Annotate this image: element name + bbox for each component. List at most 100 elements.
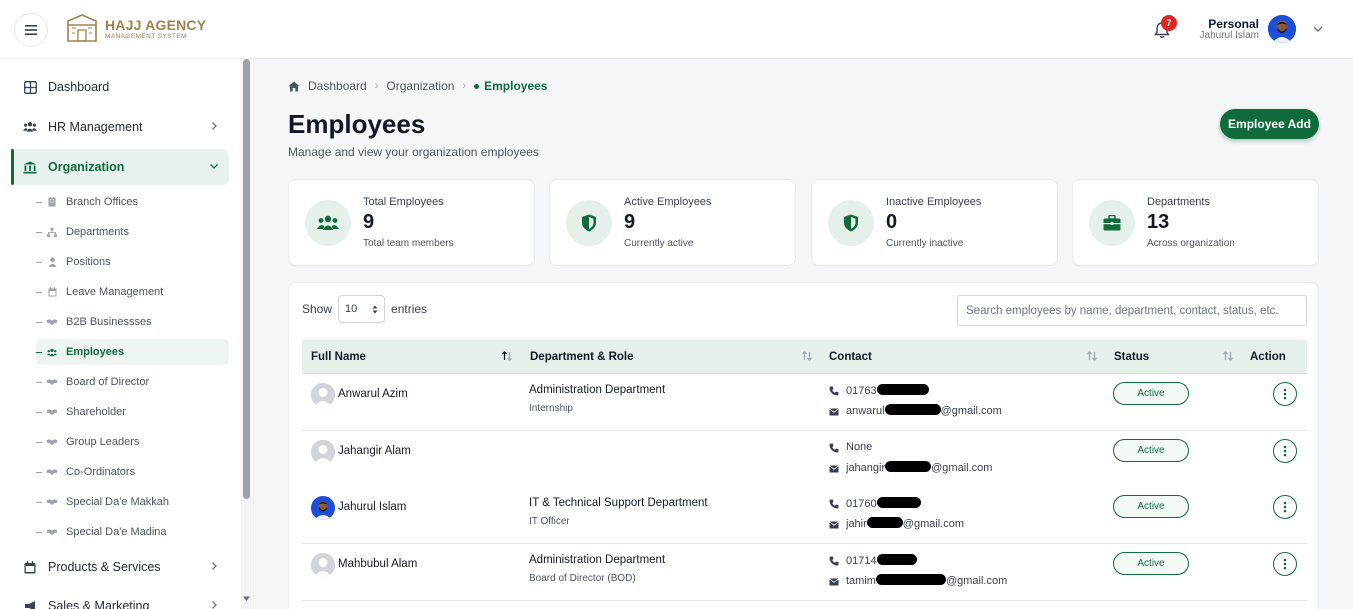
column-header-department-role[interactable]: Department & Role — [530, 340, 634, 374]
sidebar-subitem-departments[interactable]: Departments — [36, 219, 229, 245]
column-header-contact[interactable]: Contact — [829, 340, 872, 374]
sidebar-scrollbar-thumb[interactable] — [243, 59, 250, 499]
mail-icon — [829, 408, 839, 416]
sidebar-subitem-b2b-businesses[interactable]: B2B Businessses — [36, 309, 229, 335]
avatar — [311, 383, 335, 407]
employee-email: jahir @gmail.com — [846, 517, 964, 530]
main-content: Dashboard › Organization › Employees Emp… — [254, 59, 1353, 609]
row-actions-button[interactable] — [1273, 552, 1297, 576]
sort-icon[interactable] — [1222, 350, 1234, 362]
mail-icon — [829, 578, 839, 586]
more-vertical-icon — [1283, 445, 1287, 457]
stat-card-departments: Departments 13 Across organization — [1072, 179, 1319, 266]
sidebar-item-dashboard[interactable]: Dashboard — [12, 69, 229, 105]
employee-role: Internship — [529, 403, 573, 414]
sidebar-subitem-employees[interactable]: Employees — [36, 339, 229, 365]
redaction-bar — [876, 554, 917, 565]
sidebar-subitem-leave-management[interactable]: Leave Management — [36, 279, 229, 305]
chevron-right-icon: › — [374, 80, 379, 92]
users-icon — [305, 200, 351, 246]
breadcrumb-dashboard[interactable]: Dashboard — [308, 79, 367, 93]
show-label: Show — [302, 302, 333, 316]
entries-label: entries — [391, 302, 428, 316]
redaction-bar — [884, 404, 941, 415]
stat-value: 9 — [624, 211, 636, 233]
sidebar-item-label: Organization — [48, 160, 125, 174]
sidebar-subitem-positions[interactable]: Positions — [36, 249, 229, 275]
hamburger-icon — [25, 25, 37, 35]
employee-department: Administration Department — [529, 554, 666, 566]
avatar — [311, 553, 335, 577]
column-header-status[interactable]: Status — [1114, 340, 1149, 374]
menu-toggle-button[interactable] — [14, 13, 48, 47]
sidebar-item-hr-management[interactable]: HR Management — [12, 109, 229, 145]
home-icon[interactable] — [288, 81, 300, 92]
employee-name: Anwarul Azim — [338, 388, 408, 400]
shield-icon — [566, 200, 612, 246]
more-vertical-icon — [1283, 558, 1287, 570]
sidebar-subitem-label: Special Da'e Makkah — [66, 496, 169, 508]
employee-phone: 01763 — [846, 384, 929, 397]
row-actions-button[interactable] — [1273, 495, 1297, 519]
breadcrumb-organization[interactable]: Organization — [386, 79, 454, 93]
chevron-down-icon[interactable] — [1311, 22, 1325, 36]
brand-logo[interactable]: HAJJ AGENCY MANAGEMENT SYSTEM — [65, 13, 206, 45]
redaction-bar — [876, 497, 921, 508]
table-row: Mahbubul Alam Administration Department … — [302, 544, 1307, 601]
stat-label: Total Employees — [363, 196, 444, 208]
sidebar-item-organization[interactable]: Organization — [11, 149, 229, 185]
sidebar-subitem-label: Group Leaders — [66, 436, 140, 448]
sidebar-subitem-board-of-director[interactable]: Board of Director — [36, 369, 229, 395]
row-actions-button[interactable] — [1273, 382, 1297, 406]
row-actions-button[interactable] — [1273, 439, 1297, 463]
sidebar-subitem-shareholder[interactable]: Shareholder — [36, 399, 229, 425]
scroll-down-arrow-icon[interactable] — [242, 594, 251, 603]
user-info[interactable]: Personal Jahurul Islam — [1200, 18, 1259, 41]
search-input[interactable] — [957, 295, 1307, 326]
sidebar-subitem-group-leaders[interactable]: Group Leaders — [36, 429, 229, 455]
stat-card-inactive: Inactive Employees 0 Currently inactive — [811, 179, 1058, 266]
employee-role: Board of Director (BOD) — [529, 573, 636, 584]
handshake-icon — [47, 527, 57, 537]
sidebar: Dashboard HR Management Organization Bra… — [0, 59, 254, 609]
column-header-full-name[interactable]: Full Name — [311, 340, 366, 374]
users-icon — [47, 347, 57, 357]
employee-add-button[interactable]: Employee Add — [1220, 109, 1319, 139]
select-arrows-icon — [372, 305, 378, 313]
notification-count-badge: 7 — [1161, 15, 1177, 31]
default-user-icon — [311, 383, 335, 407]
sidebar-subitem-special-dae-makkah[interactable]: Special Da'e Makkah — [36, 489, 229, 515]
phone-icon — [829, 499, 839, 509]
employees-table-card: Show 10 entries Full Name Department & R… — [288, 282, 1319, 609]
sidebar-subitem-label: Positions — [66, 256, 111, 268]
email-prefix: jahangir — [846, 462, 886, 474]
sort-asc-icon[interactable] — [501, 350, 513, 362]
employee-name: Jahangir Alam — [338, 445, 411, 457]
stat-note: Total team members — [363, 238, 454, 249]
default-user-icon — [311, 553, 335, 577]
handshake-icon — [47, 437, 57, 447]
user-avatar[interactable] — [1268, 15, 1296, 43]
phone-text: 01763 — [846, 385, 877, 397]
employee-email: anwarul @gmail.com — [846, 404, 1002, 417]
redaction-bar — [876, 384, 929, 395]
sidebar-subitem-label: Employees — [66, 346, 125, 358]
sort-icon[interactable] — [1086, 350, 1098, 362]
sort-icon[interactable] — [801, 350, 813, 362]
employee-name: Jahurul Islam — [338, 501, 407, 513]
megaphone-icon — [23, 599, 37, 609]
mail-icon — [829, 521, 839, 529]
email-prefix: jahir — [846, 518, 867, 530]
sidebar-subitem-co-ordinators[interactable]: Co-Ordinators — [36, 459, 229, 485]
default-user-icon — [311, 440, 335, 464]
sidebar-item-products-services[interactable]: Products & Services — [12, 549, 229, 585]
handshake-icon — [47, 497, 57, 507]
stat-value: 0 — [886, 211, 898, 233]
sidebar-subitem-special-dae-madina[interactable]: Special Da'e Madina — [36, 519, 229, 545]
sidebar-subitem-branch-offices[interactable]: Branch Offices — [36, 189, 229, 215]
phone-text: 01714 — [846, 555, 877, 567]
entries-select[interactable]: 10 — [338, 295, 386, 323]
employee-phone: 01714 — [846, 554, 917, 567]
sidebar-item-sales-marketing[interactable]: Sales & Marketing — [12, 588, 229, 609]
redaction-bar — [885, 461, 932, 472]
